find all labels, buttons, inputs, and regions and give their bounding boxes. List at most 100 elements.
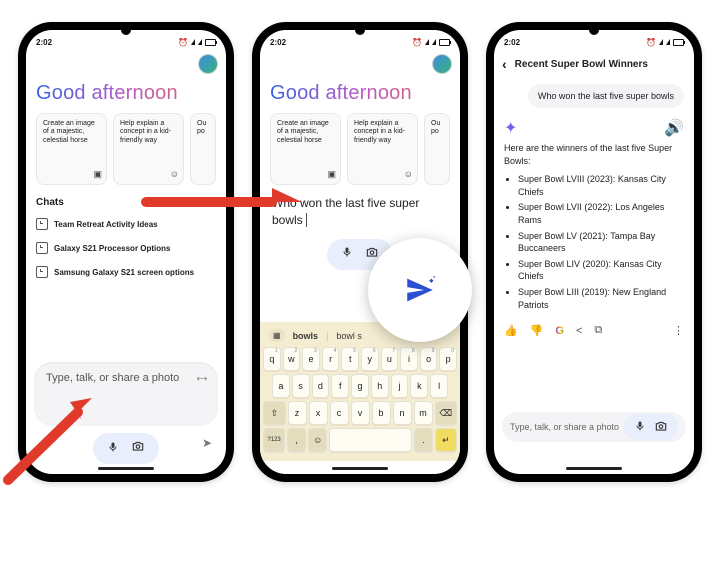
nav-bar[interactable]: [566, 467, 622, 470]
suggestion-card-text: Ou po: [431, 120, 440, 135]
speaker-icon[interactable]: 🔊: [664, 118, 684, 138]
suggestion-card-text: Ou po: [197, 120, 206, 135]
suggestion-card-peek[interactable]: Ou po: [190, 113, 216, 185]
key-n[interactable]: n: [393, 401, 412, 425]
nav-bar[interactable]: [98, 467, 154, 470]
key-v[interactable]: v: [351, 401, 370, 425]
key-y[interactable]: y6: [361, 347, 379, 371]
keyboard-menu-icon[interactable]: ▦: [269, 329, 285, 342]
key-u[interactable]: u7: [381, 347, 399, 371]
response-list-item: Super Bowl LVII (2022): Los Angeles Rams: [518, 201, 684, 226]
mic-icon[interactable]: [341, 245, 353, 263]
thumbs-up-icon[interactable]: 👍: [504, 324, 518, 337]
input-mode-pill: [624, 414, 678, 440]
key-comma[interactable]: ,: [287, 428, 306, 452]
key-o[interactable]: o9: [420, 347, 438, 371]
signal-icon: [191, 39, 195, 45]
image-icon: ▣: [327, 169, 336, 180]
mic-icon[interactable]: [634, 420, 646, 434]
key-shift[interactable]: ⇧: [263, 401, 286, 425]
status-time: 2:02: [504, 38, 520, 47]
key-h[interactable]: h: [371, 374, 389, 398]
composer-placeholder: Type, talk, or share a photo: [510, 422, 624, 432]
battery-icon: [439, 39, 450, 46]
key-l[interactable]: l: [430, 374, 448, 398]
keyboard-row: ⇧zxcvbnm⌫: [263, 401, 457, 425]
response-list-item: Super Bowl LVIII (2023): Kansas City Chi…: [518, 173, 684, 198]
mic-icon[interactable]: [107, 440, 119, 458]
key-k[interactable]: k: [410, 374, 428, 398]
composer[interactable]: Type, talk, or share a photo ⤢: [34, 362, 218, 426]
suggestion-card[interactable]: Create an image of a majestic, celestial…: [36, 113, 107, 185]
suggestion-card[interactable]: Help explain a concept in a kid-friendly…: [347, 113, 418, 185]
key-m[interactable]: m: [414, 401, 433, 425]
keyboard-suggestion[interactable]: bowl s: [336, 331, 362, 341]
key-e[interactable]: e3: [302, 347, 320, 371]
key-s[interactable]: s: [292, 374, 310, 398]
account-avatar[interactable]: [198, 54, 218, 74]
composer-placeholder: Type, talk, or share a photo: [46, 372, 179, 384]
key-b[interactable]: b: [372, 401, 391, 425]
keyboard-suggestion[interactable]: bowls: [293, 331, 319, 341]
google-icon[interactable]: G: [555, 325, 564, 337]
input-mode-pill: [93, 433, 159, 464]
camera-icon[interactable]: [654, 419, 668, 435]
typed-text-line: bowls: [272, 213, 303, 227]
key-r[interactable]: r4: [322, 347, 340, 371]
composer-input[interactable]: Who won the last five super bowls: [260, 185, 460, 229]
share-icon[interactable]: <: [576, 325, 582, 337]
nav-bar[interactable]: [332, 467, 388, 470]
key-space[interactable]: [329, 428, 412, 452]
copy-icon[interactable]: ⧉: [594, 324, 602, 337]
response-actions: 👍 👎 G < ⧉ ⋮: [494, 314, 694, 337]
account-avatar[interactable]: [432, 54, 452, 74]
key-numbers[interactable]: ?123: [263, 428, 285, 452]
key-q[interactable]: q1: [263, 347, 281, 371]
chat-history-item[interactable]: Galaxy S21 Processor Options: [26, 236, 226, 260]
expand-icon[interactable]: ⤢: [195, 371, 210, 386]
composer[interactable]: Type, talk, or share a photo: [502, 412, 686, 442]
key-j[interactable]: j: [391, 374, 409, 398]
key-x[interactable]: x: [309, 401, 328, 425]
key-z[interactable]: z: [288, 401, 307, 425]
key-emoji[interactable]: ☺: [308, 428, 327, 452]
key-f[interactable]: f: [331, 374, 349, 398]
chats-heading: Chats: [26, 185, 226, 212]
camera-icon[interactable]: [131, 439, 145, 458]
chat-history-item[interactable]: Samsung Galaxy S21 screen options: [26, 260, 226, 284]
key-p[interactable]: p0: [439, 347, 457, 371]
battery-icon: [673, 39, 684, 46]
chat-history-label: Galaxy S21 Processor Options: [54, 244, 171, 253]
image-icon: ▣: [93, 169, 102, 180]
key-c[interactable]: c: [330, 401, 349, 425]
chat-history-item[interactable]: Team Retreat Activity Ideas: [26, 212, 226, 236]
suggestion-card[interactable]: Help explain a concept in a kid-friendly…: [113, 113, 184, 185]
history-icon: [36, 218, 48, 230]
key-a[interactable]: a: [272, 374, 290, 398]
key-period[interactable]: .: [414, 428, 433, 452]
signal-icon-2: [198, 39, 202, 45]
key-d[interactable]: d: [312, 374, 330, 398]
thumbs-down-icon[interactable]: 👎: [530, 324, 544, 337]
text-cursor: [303, 213, 307, 227]
suggestion-card-text: Help explain a concept in a kid-friendly…: [120, 120, 171, 144]
suggestion-card[interactable]: Create an image of a majestic, celestial…: [270, 113, 341, 185]
key-w[interactable]: w2: [283, 347, 301, 371]
keyboard-row: ?123 , ☺ . ↵: [263, 428, 457, 452]
assistant-response-intro: Here are the winners of the last five Su…: [504, 142, 684, 167]
battery-icon: [205, 39, 216, 46]
key-enter[interactable]: ↵: [435, 428, 457, 452]
key-g[interactable]: g: [351, 374, 369, 398]
key-i[interactable]: i8: [400, 347, 418, 371]
key-backspace[interactable]: ⌫: [435, 401, 458, 425]
key-t[interactable]: t5: [341, 347, 359, 371]
send-icon-disabled: ➤: [202, 436, 212, 450]
back-icon[interactable]: ‹: [502, 56, 507, 72]
more-icon[interactable]: ⋮: [673, 324, 684, 337]
suggestion-card-peek[interactable]: Ou po: [424, 113, 450, 185]
keyboard[interactable]: ▦ bowls | bowl s q1w2e3r4t5y6u7i8o9p0 as…: [260, 322, 460, 461]
signal-icon: [659, 39, 663, 45]
suggestion-card-text: Create an image of a majestic, celestial…: [277, 120, 329, 144]
alarm-icon: ⏰: [412, 38, 422, 47]
send-button-callout[interactable]: [368, 238, 472, 342]
